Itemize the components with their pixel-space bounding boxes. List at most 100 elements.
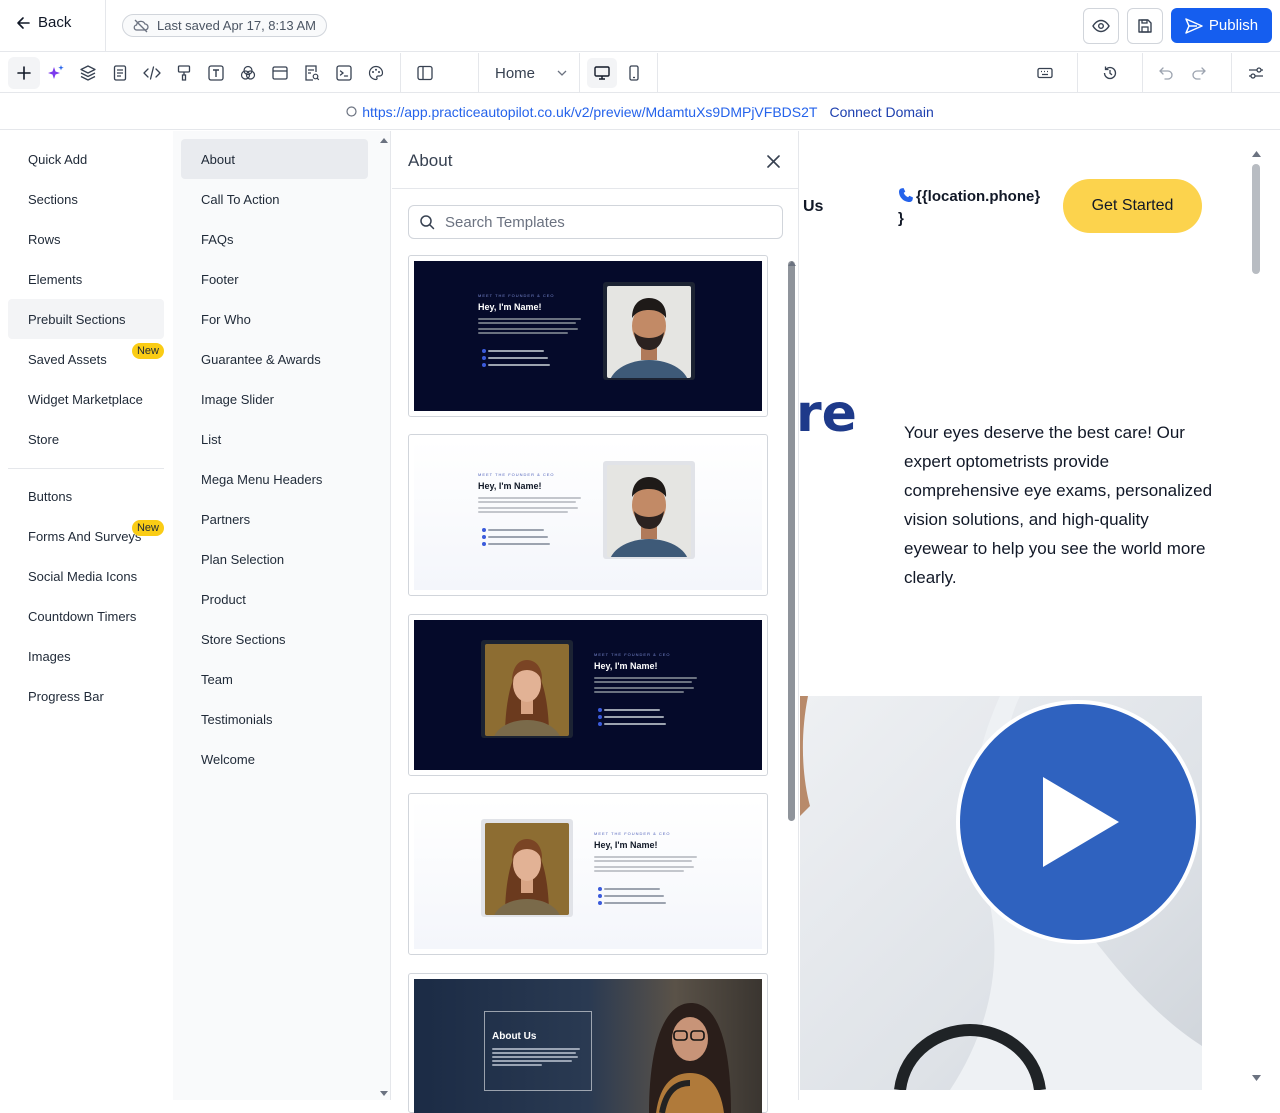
template-text-line xyxy=(594,677,697,679)
divider xyxy=(392,188,799,189)
subcategory-welcome[interactable]: Welcome xyxy=(181,739,368,779)
template-card[interactable]: About Us xyxy=(408,973,768,1113)
terminal-button[interactable] xyxy=(332,61,356,85)
back-button[interactable]: Back xyxy=(16,14,71,31)
connect-domain-link[interactable]: Connect Domain xyxy=(829,104,933,120)
scroll-up-arrow-icon[interactable] xyxy=(1252,150,1261,157)
page-selector[interactable]: Home xyxy=(478,53,580,93)
back-label: Back xyxy=(38,14,72,31)
category-forms-and-surveys[interactable]: Forms And Surveys New xyxy=(8,516,164,556)
item-label: Saved Assets xyxy=(28,351,107,367)
subcategory-faqs[interactable]: FAQs xyxy=(181,219,368,259)
floppy-disk-icon xyxy=(1137,18,1153,34)
category-rows[interactable]: Rows xyxy=(8,219,164,259)
category-countdown-timers[interactable]: Countdown Timers xyxy=(8,596,164,636)
category-elements[interactable]: Elements xyxy=(8,259,164,299)
category-store[interactable]: Store xyxy=(8,419,164,459)
undo-icon xyxy=(1158,66,1174,80)
layers-button[interactable] xyxy=(76,61,100,85)
subcategory-call-to-action[interactable]: Call To Action xyxy=(181,179,368,219)
keyboard-icon xyxy=(1037,67,1053,79)
undo-button[interactable] xyxy=(1154,61,1178,85)
styles-button[interactable] xyxy=(172,61,196,85)
last-saved-status: Last saved Apr 17, 8:13 AM xyxy=(122,14,327,37)
subcategory-plan-selection[interactable]: Plan Selection xyxy=(181,539,368,579)
template-title: About Us xyxy=(492,1031,537,1042)
panel-scrollbar-thumb[interactable] xyxy=(788,261,795,821)
template-text-line xyxy=(604,888,660,890)
code-button[interactable] xyxy=(140,61,164,85)
split-view-button[interactable] xyxy=(413,61,437,85)
subcategory-guarantee-and-awards[interactable]: Guarantee & Awards xyxy=(181,339,368,379)
subcategory-about[interactable]: About xyxy=(181,139,368,179)
category-images[interactable]: Images xyxy=(8,636,164,676)
get-started-button[interactable]: Get Started xyxy=(1063,179,1202,233)
scroll-up-arrow-icon[interactable] xyxy=(380,137,388,143)
template-bullet xyxy=(598,715,602,719)
subcategory-footer[interactable]: Footer xyxy=(181,259,368,299)
category-widget-marketplace[interactable]: Widget Marketplace xyxy=(8,379,164,419)
preview-button[interactable] xyxy=(1083,8,1119,44)
subcategory-for-who[interactable]: For Who xyxy=(181,299,368,339)
scroll-up-arrow-icon[interactable] xyxy=(788,260,796,266)
history-button[interactable] xyxy=(1098,61,1122,85)
pages-button[interactable] xyxy=(108,61,132,85)
canvas-scrollbar-thumb[interactable] xyxy=(1252,164,1260,274)
subcategory-list[interactable]: List xyxy=(181,419,368,459)
template-text-line xyxy=(488,364,550,366)
play-button[interactable] xyxy=(956,700,1200,944)
category-sections[interactable]: Sections xyxy=(8,179,164,219)
template-card[interactable]: MEET THE FOUNDER & CEO Hey, I'm Name! xyxy=(408,793,768,955)
category-buttons[interactable]: Buttons xyxy=(8,476,164,516)
template-card[interactable]: MEET THE FOUNDER & CEO Hey, I'm Name! xyxy=(408,614,768,776)
subcategory-partners[interactable]: Partners xyxy=(181,499,368,539)
category-quick-add[interactable]: Quick Add xyxy=(8,139,164,179)
scroll-down-arrow-icon[interactable] xyxy=(1252,1075,1261,1082)
mobile-view-button[interactable] xyxy=(619,58,649,88)
divider xyxy=(105,0,106,52)
item-label: Social Media Icons xyxy=(28,568,138,584)
close-panel-button[interactable] xyxy=(763,151,783,171)
item-label: Footer xyxy=(201,271,239,287)
subcategory-product[interactable]: Product xyxy=(181,579,368,619)
subcategory-team[interactable]: Team xyxy=(181,659,368,699)
template-thumbnail: MEET THE FOUNDER & CEO Hey, I'm Name! xyxy=(414,799,762,949)
color-circles-icon xyxy=(240,65,256,81)
forms-button[interactable] xyxy=(300,61,324,85)
subcategory-image-slider[interactable]: Image Slider xyxy=(181,379,368,419)
template-card[interactable]: MEET THE FOUNDER & CEO Hey, I'm Name! xyxy=(408,434,768,596)
subcategory-testimonials[interactable]: Testimonials xyxy=(181,699,368,739)
search-templates-input[interactable] xyxy=(445,213,765,231)
item-label: Countdown Timers xyxy=(28,608,137,624)
preview-url-link[interactable]: https://app.practiceautopilot.co.uk/v2/p… xyxy=(346,104,817,120)
scroll-down-arrow-icon[interactable] xyxy=(380,1091,388,1097)
history-icon xyxy=(1102,65,1118,81)
subcategory-store-sections[interactable]: Store Sections xyxy=(181,619,368,659)
template-bullet xyxy=(598,894,602,898)
keyboard-shortcuts-button[interactable] xyxy=(1033,61,1057,85)
template-card[interactable]: MEET THE FOUNDER & CEO Hey, I'm Name! xyxy=(408,255,768,417)
popup-button[interactable] xyxy=(268,61,292,85)
publish-button[interactable]: Publish xyxy=(1171,8,1272,43)
colors-button[interactable] xyxy=(236,61,260,85)
panel-title: About xyxy=(408,151,453,170)
desktop-view-button[interactable] xyxy=(587,58,617,88)
subcategory-mega-menu-headers[interactable]: Mega Menu Headers xyxy=(181,459,368,499)
header-phone: {{location.phone} } xyxy=(898,186,1048,230)
category-saved-assets[interactable]: Saved Assets New xyxy=(8,339,164,379)
redo-button[interactable] xyxy=(1187,61,1211,85)
nav-link-fragment[interactable]: Us xyxy=(803,198,823,216)
typography-button[interactable] xyxy=(204,61,228,85)
save-button[interactable] xyxy=(1127,8,1163,44)
settings-button[interactable] xyxy=(1244,61,1268,85)
category-progress-bar[interactable]: Progress Bar xyxy=(8,676,164,716)
theme-button[interactable] xyxy=(364,61,388,85)
add-element-button[interactable] xyxy=(8,57,40,89)
category-prebuilt-sections[interactable]: Prebuilt Sections xyxy=(8,299,164,339)
template-text-line xyxy=(488,350,544,352)
category-social-media-icons[interactable]: Social Media Icons xyxy=(8,556,164,596)
ai-sparkle-button[interactable] xyxy=(44,61,68,85)
page-canvas[interactable]: Us {{location.phone} } Get Started re Yo… xyxy=(800,146,1262,1090)
search-templates-field[interactable] xyxy=(408,205,783,239)
hero-video[interactable] xyxy=(800,696,1202,1090)
